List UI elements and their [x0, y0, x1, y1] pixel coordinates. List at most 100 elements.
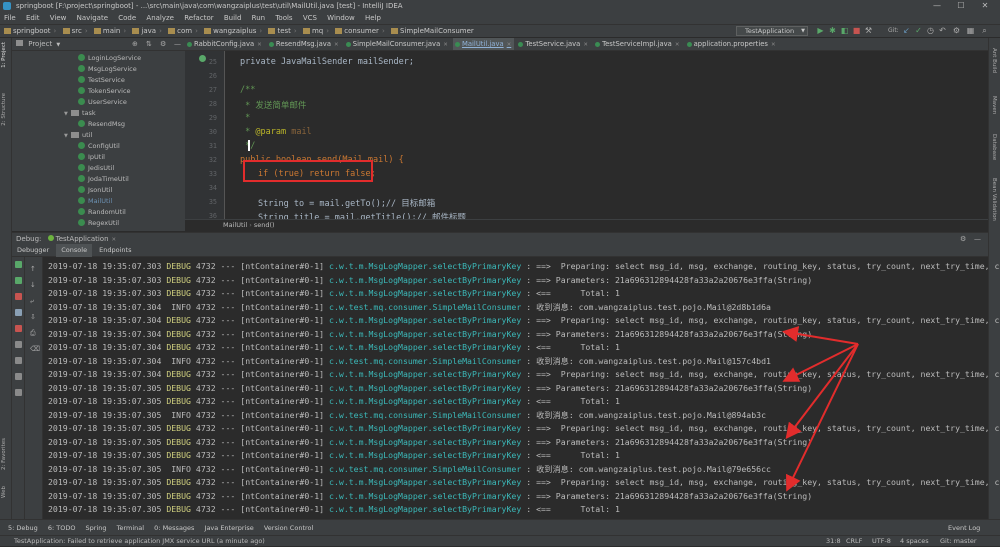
tab-simplemailconsumer[interactable]: SimpleMailConsumer.java ✕ [344, 38, 451, 50]
tool-structure[interactable]: 2: Structure [1, 93, 7, 126]
print-icon[interactable]: ⎙ [30, 329, 36, 338]
tool-maven[interactable]: Maven [991, 96, 997, 114]
menu-build[interactable]: Build [224, 14, 242, 22]
close-icon[interactable]: ✕ [334, 42, 339, 48]
tool-java-enterprise[interactable]: Java Enterprise [205, 524, 254, 532]
maximize-button[interactable]: ☐ [952, 0, 970, 12]
close-icon[interactable]: ✕ [675, 42, 680, 48]
menu-help[interactable]: Help [365, 14, 381, 22]
run-configuration-select[interactable]: TestApplication ▼ [736, 26, 808, 36]
close-button[interactable]: ✕ [976, 0, 994, 12]
tree-item-randomutil[interactable]: RandomUtil [78, 207, 126, 217]
menu-run[interactable]: Run [252, 14, 265, 22]
caret-position[interactable]: 31:8 [826, 536, 841, 547]
file-encoding[interactable]: UTF-8 [872, 536, 891, 547]
breadcrumb-simplemailconsumer[interactable]: SimpleMailConsumer [391, 27, 474, 35]
tool-messages[interactable]: 0: Messages [154, 524, 194, 532]
search-everywhere-icon[interactable]: ⌕ [980, 26, 989, 36]
menu-file[interactable]: File [4, 14, 16, 22]
history-icon[interactable]: ◷ [926, 26, 935, 36]
git-label[interactable]: Git: [888, 26, 899, 36]
tree-item-mailutil[interactable]: MailUtil [78, 196, 112, 206]
revert-icon[interactable]: ↶ [938, 26, 947, 36]
debug-icon[interactable]: ✱ [828, 26, 837, 36]
rerun-icon[interactable] [15, 261, 22, 268]
menu-code[interactable]: Code [118, 14, 136, 22]
tree-item-tokenservice[interactable]: TokenService [78, 86, 131, 96]
tab-resendmsg[interactable]: ResendMsg.java ✕ [267, 38, 342, 50]
breadcrumb-com[interactable]: com [168, 27, 192, 35]
tab-testservice[interactable]: TestService.java ✕ [516, 38, 591, 50]
close-icon[interactable]: ✕ [443, 42, 448, 48]
menu-refactor[interactable]: Refactor [184, 14, 213, 22]
project-structure-icon[interactable]: ▦ [966, 26, 975, 36]
tree-item-jodatimeutil[interactable]: JodaTimeUtil [78, 174, 129, 184]
run-icon[interactable]: ▶ [816, 26, 825, 36]
status-message[interactable]: TestApplication: Failed to retrieve appl… [14, 537, 265, 545]
tool-favorites[interactable]: 2: Favorites [1, 438, 7, 470]
editor-crumb-method[interactable]: send() [254, 221, 275, 229]
breadcrumb-mq[interactable]: mq [303, 27, 323, 35]
hide-icon[interactable]: — [174, 38, 181, 51]
breadcrumb-test[interactable]: test [268, 27, 290, 35]
debug-config-tab[interactable]: TestApplication ✕ [47, 235, 117, 243]
menu-vcs[interactable]: VCS [303, 14, 317, 22]
coverage-icon[interactable]: ◧ [840, 26, 849, 36]
tree-item-iputil[interactable]: IpUtil [78, 152, 105, 162]
minimize-button[interactable]: — [928, 0, 946, 12]
breadcrumb-src[interactable]: src [63, 27, 82, 35]
tool-spring[interactable]: Spring [86, 524, 107, 532]
tree-item-msglogservice[interactable]: MsgLogService [78, 64, 137, 74]
chevron-down-icon[interactable]: ▼ [56, 42, 60, 48]
soft-wrap-icon[interactable]: ⤶ [30, 297, 34, 306]
breadcrumb-wangzaiplus[interactable]: wangzaiplus [204, 27, 256, 35]
line-separator[interactable]: CRLF [846, 536, 862, 547]
up-arrow-icon[interactable]: ↑ [30, 265, 36, 273]
scroll-to-end-icon[interactable]: ⇩ [30, 313, 36, 321]
tab-application-properties[interactable]: application.properties ✕ [685, 38, 779, 50]
tree-item-util[interactable]: ▼ util [64, 130, 92, 140]
camera-icon[interactable] [15, 357, 22, 364]
git-branch[interactable]: Git: master [940, 536, 977, 547]
tool-ant-build[interactable]: Ant Build [991, 48, 997, 73]
tree-item-task[interactable]: ▼ task [64, 108, 96, 118]
tool-bean-validation[interactable]: Bean Validation [991, 178, 997, 221]
tab-debugger[interactable]: Debugger [12, 244, 54, 257]
stop-icon[interactable] [15, 293, 22, 300]
tab-console[interactable]: Console [56, 244, 93, 257]
stop-icon[interactable]: ■ [852, 26, 861, 36]
close-icon[interactable]: ✕ [112, 237, 117, 243]
breadcrumb-consumer[interactable]: consumer [335, 27, 379, 35]
menu-edit[interactable]: Edit [26, 14, 40, 22]
tree-item-jedisutil[interactable]: JedisUtil [78, 163, 114, 173]
tool-database[interactable]: Database [991, 134, 997, 160]
menu-tools[interactable]: Tools [275, 14, 292, 22]
menu-navigate[interactable]: Navigate [77, 14, 108, 22]
pause-icon[interactable] [15, 309, 22, 316]
tool-todo[interactable]: 6: TODO [48, 524, 76, 532]
indent-setting[interactable]: 4 spaces [900, 536, 929, 547]
pin-icon[interactable] [15, 389, 22, 396]
settings-icon[interactable]: ⚙ [952, 26, 961, 36]
menu-view[interactable]: View [50, 14, 67, 22]
collapse-all-icon[interactable]: ⇅ [146, 38, 152, 51]
vcs-commit-icon[interactable]: ✓ [914, 26, 923, 36]
close-icon[interactable]: ✕ [771, 42, 776, 48]
tree-item-loginlogservice[interactable]: LoginLogService [78, 53, 141, 63]
tab-testserviceimpl[interactable]: TestServiceImpl.java ✕ [593, 38, 682, 50]
clear-all-icon[interactable]: ⌫ [30, 345, 40, 353]
resume-icon[interactable] [15, 277, 22, 284]
breadcrumb-main[interactable]: main [94, 27, 121, 35]
project-view-select[interactable]: Project [28, 40, 52, 48]
menu-window[interactable]: Window [327, 14, 355, 22]
tab-endpoints[interactable]: Endpoints [94, 244, 136, 257]
down-arrow-icon[interactable]: ↓ [30, 281, 36, 289]
locate-icon[interactable]: ⊕ [132, 38, 138, 51]
menu-analyze[interactable]: Analyze [146, 14, 174, 22]
tool-project[interactable]: 1: Project [1, 42, 7, 68]
gear-icon[interactable]: ⚙ [160, 38, 166, 51]
tree-item-configutil[interactable]: ConfigUtil [78, 141, 120, 151]
tree-item-userservice[interactable]: UserService [78, 97, 127, 107]
tree-item-jsonutil[interactable]: JsonUtil [78, 185, 112, 195]
tab-mailutil[interactable]: MailUtil.java ✕ [453, 38, 515, 50]
